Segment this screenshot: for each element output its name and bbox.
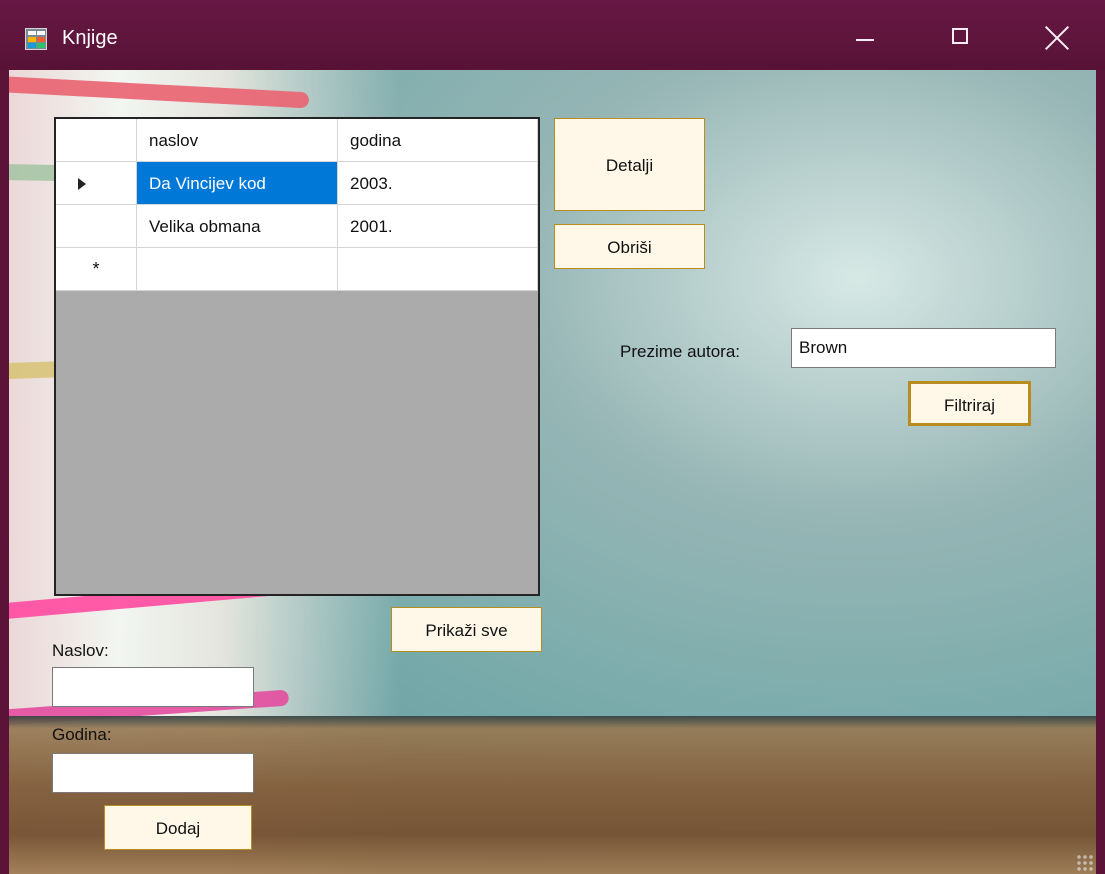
row-header[interactable] (56, 205, 137, 248)
new-row-marker-icon[interactable]: * (56, 248, 137, 291)
obrisi-button[interactable]: Obriši (554, 224, 705, 269)
minimize-button[interactable] (820, 0, 910, 70)
books-data-grid[interactable]: naslov godina Da Vincijev kod 2003. Veli… (54, 117, 540, 596)
column-header-godina[interactable]: godina (338, 119, 538, 162)
table-cell-naslov[interactable]: Velika obmana (137, 205, 338, 248)
close-icon (1044, 25, 1070, 51)
windows-form-icon (25, 28, 47, 50)
naslov-input[interactable] (52, 667, 254, 707)
dodaj-button[interactable]: Dodaj (104, 805, 252, 850)
author-surname-input[interactable] (791, 328, 1056, 368)
background-wooden-table (9, 716, 1096, 874)
window-title: Knjige (62, 27, 118, 49)
filtriraj-button[interactable]: Filtriraj (908, 381, 1031, 426)
application-window: Knjige naslov godina Da Vincijev kod 200… (0, 0, 1105, 874)
grid-row-header-corner[interactable] (56, 119, 137, 162)
table-cell-godina[interactable]: 2003. (338, 162, 538, 205)
detalji-button[interactable]: Detalji (554, 118, 705, 211)
naslov-label: Naslov: (52, 641, 109, 660)
new-row-godina-cell[interactable] (338, 248, 538, 291)
godina-input[interactable] (52, 753, 254, 793)
author-surname-label: Prezime autora: (620, 342, 740, 361)
table-cell-godina[interactable]: 2001. (338, 205, 538, 248)
prikazi-sve-button[interactable]: Prikaži sve (391, 607, 542, 652)
row-header[interactable] (56, 162, 137, 205)
window-controls (815, 0, 1105, 70)
table-cell-naslov[interactable]: Da Vincijev kod (137, 162, 338, 205)
resize-grip-icon[interactable] (1076, 854, 1094, 872)
new-row-naslov-cell[interactable] (137, 248, 338, 291)
row-arrow-icon (78, 178, 86, 190)
maximize-button[interactable] (916, 0, 1006, 70)
new-row[interactable]: * (56, 248, 538, 291)
table-row[interactable]: Velika obmana 2001. (56, 205, 538, 248)
grid-header-row: naslov godina (56, 119, 538, 162)
close-button[interactable] (1012, 0, 1102, 70)
table-row[interactable]: Da Vincijev kod 2003. (56, 162, 538, 205)
form-client-area: naslov godina Da Vincijev kod 2003. Veli… (9, 70, 1096, 874)
minimize-icon (856, 39, 874, 41)
book-spine-decoration (9, 75, 310, 109)
column-header-naslov[interactable]: naslov (137, 119, 338, 162)
title-bar[interactable]: Knjige (0, 0, 1105, 70)
maximize-icon (952, 28, 968, 44)
godina-label: Godina: (52, 725, 112, 744)
